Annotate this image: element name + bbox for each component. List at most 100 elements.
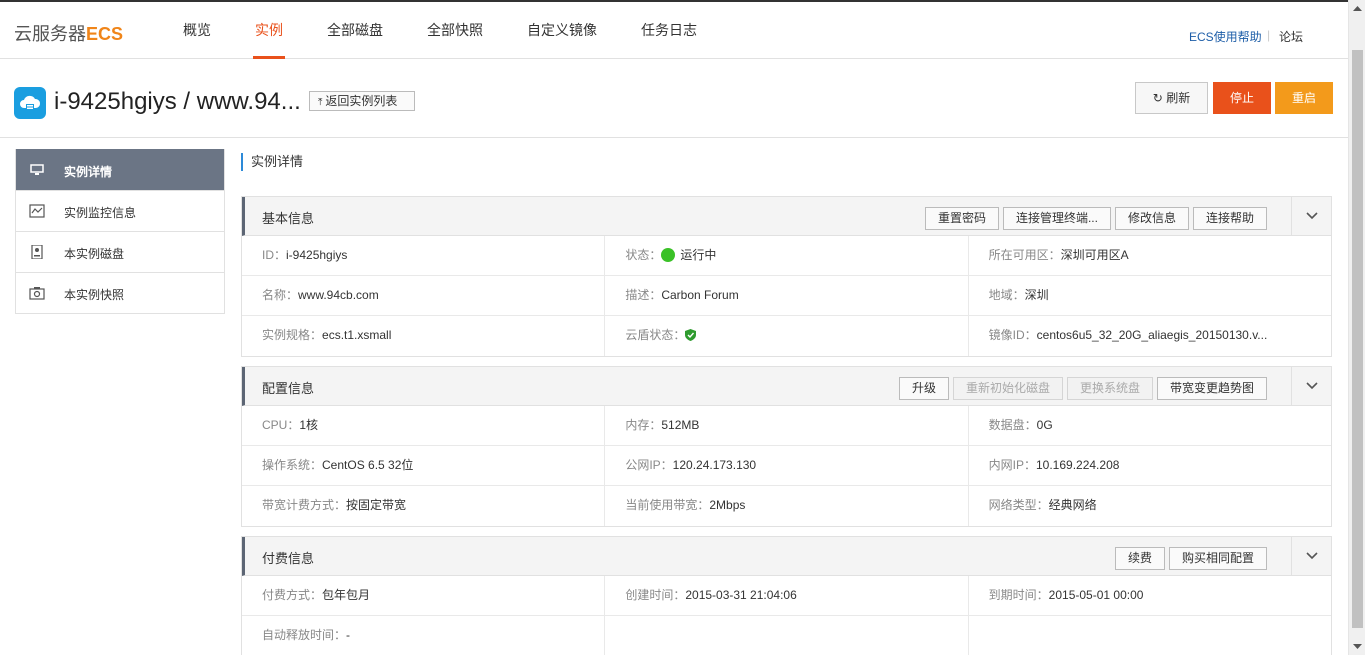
nav-instances[interactable]: 实例 — [255, 20, 283, 40]
refresh-label: 刷新 — [1166, 91, 1191, 105]
field-auto-release: 自动释放时间：- — [242, 616, 606, 655]
nav-task-log[interactable]: 任务日志 — [641, 20, 697, 40]
table-row: 付费方式：包年包月 创建时间：2015-03-31 21:04:06 到期时间：… — [242, 576, 1331, 616]
field-image-id: 镜像ID：centos6u5_32_20G_aliaegis_20150130.… — [988, 328, 1268, 342]
instance-titlebar: i-9425hgiys / www.94... ⤒ 返回实例列表 ↻ 刷新 停止 … — [0, 60, 1348, 138]
restart-button[interactable]: 重启 — [1275, 82, 1333, 114]
edit-info-button[interactable]: 修改信息 — [1114, 207, 1189, 230]
nav-separator: | — [1267, 28, 1271, 42]
buy-same-config-button[interactable]: 购买相同配置 — [1168, 547, 1267, 570]
table-row: 自动释放时间：- — [242, 616, 1331, 655]
collapse-toggle[interactable] — [1291, 367, 1331, 405]
panel-actions: 续费 购买相同配置 — [1114, 547, 1267, 570]
table-row: 名称：www.94cb.com 描述：Carbon Forum 地域：深圳 — [242, 276, 1331, 316]
field-zone: 所在可用区：深圳可用区A — [988, 248, 1129, 262]
collapse-toggle[interactable] — [1291, 197, 1331, 235]
section-heading: 实例详情 — [241, 153, 303, 171]
cloud-server-icon — [14, 87, 46, 119]
nav-custom-images[interactable]: 自定义镜像 — [527, 20, 597, 40]
forum-link[interactable]: 论坛 — [1279, 28, 1303, 45]
chart-icon — [29, 204, 45, 218]
chevron-down-icon — [1306, 212, 1318, 220]
nav-all-snapshots[interactable]: 全部快照 — [427, 20, 483, 40]
field-name: 名称：www.94cb.com — [242, 276, 606, 315]
sidebar: 实例详情 实例监控信息 本实例磁盘 本实例快照 — [15, 149, 225, 314]
panel-actions: 重置密码 连接管理终端... 修改信息 连接帮助 — [924, 207, 1267, 230]
billing-info-panel: 付费信息 续费 购买相同配置 付费方式：包年包月 创建时间：2015-03-31… — [241, 536, 1332, 655]
nav-all-disks[interactable]: 全部磁盘 — [327, 20, 383, 40]
field-bandwidth-billing: 带宽计费方式：按固定带宽 — [242, 486, 606, 526]
field-memory: 内存：512MB — [605, 406, 969, 445]
disk-icon — [31, 245, 43, 259]
sidebar-item-disks[interactable]: 本实例磁盘 — [16, 231, 224, 272]
monitor-icon — [30, 164, 44, 175]
scroll-thumb[interactable] — [1352, 50, 1363, 628]
field-empty — [969, 616, 1331, 655]
field-expire-time: 到期时间：2015-05-01 00:00 — [988, 588, 1144, 602]
panel-header: 基本信息 重置密码 连接管理终端... 修改信息 连接帮助 — [242, 197, 1331, 236]
field-description: 描述：Carbon Forum — [605, 276, 969, 315]
sidebar-item-monitoring[interactable]: 实例监控信息 — [16, 190, 224, 231]
chevron-down-icon — [1306, 382, 1318, 390]
back-to-list-button[interactable]: ⤒ 返回实例列表 — [309, 91, 415, 111]
status-running-icon — [661, 248, 676, 262]
field-public-ip: 公网IP：120.24.173.130 — [605, 446, 969, 485]
back-to-list-label: 返回实例列表 — [325, 94, 398, 108]
field-data-disk: 数据盘：0G — [988, 418, 1053, 432]
sidebar-item-snapshots[interactable]: 本实例快照 — [16, 272, 224, 313]
connect-help-button[interactable]: 连接帮助 — [1192, 207, 1267, 230]
upgrade-button[interactable]: 升级 — [898, 377, 949, 400]
shield-icon — [685, 329, 697, 341]
scroll-up-icon[interactable] — [1349, 0, 1365, 17]
stop-button[interactable]: 停止 — [1213, 82, 1271, 114]
field-spec: 实例规格：ecs.t1.xsmall — [242, 316, 606, 356]
sidebar-item-instance-details[interactable]: 实例详情 — [16, 149, 224, 190]
bandwidth-trend-button[interactable]: 带宽变更趋势图 — [1156, 377, 1267, 400]
ecs-help-link[interactable]: ECS使用帮助 — [1189, 28, 1262, 45]
field-empty — [605, 616, 969, 655]
brand-logo[interactable]: 云服务器ECS — [14, 20, 123, 46]
sidebar-item-label: 实例监控信息 — [64, 206, 137, 220]
reset-password-button[interactable]: 重置密码 — [924, 207, 999, 230]
sidebar-item-label: 本实例快照 — [64, 288, 125, 302]
arrow-up-icon: ⤒ — [318, 97, 323, 108]
field-os: 操作系统：CentOS 6.5 32位 — [242, 446, 606, 485]
panel-header: 配置信息 升级 重新初始化磁盘 更换系统盘 带宽变更趋势图 — [242, 367, 1331, 406]
chevron-down-icon — [1306, 552, 1318, 560]
scroll-down-icon[interactable] — [1349, 638, 1365, 655]
sidebar-item-label: 实例详情 — [64, 165, 113, 179]
panel-title: 付费信息 — [262, 551, 315, 566]
nav-active-underline — [253, 56, 285, 59]
table-row: ID：i-9425hgiys 状态： 运行中 所在可用区：深圳可用区A — [242, 236, 1331, 276]
field-cpu: CPU：1核 — [242, 406, 606, 445]
reinit-disk-button[interactable]: 重新初始化磁盘 — [952, 377, 1063, 400]
field-current-bandwidth: 当前使用带宽：2Mbps — [605, 486, 969, 526]
field-private-ip: 内网IP：10.169.224.208 — [988, 458, 1120, 472]
refresh-button[interactable]: ↻ 刷新 — [1135, 82, 1208, 114]
table-row: CPU：1核 内存：512MB 数据盘：0G — [242, 406, 1331, 446]
table-row: 带宽计费方式：按固定带宽 当前使用带宽：2Mbps 网络类型：经典网络 — [242, 486, 1331, 526]
field-shield-status: 云盾状态： — [605, 316, 969, 356]
nav-overview[interactable]: 概览 — [183, 20, 211, 40]
table-row: 实例规格：ecs.t1.xsmall 云盾状态： 镜像ID：centos6u5_… — [242, 316, 1331, 356]
camera-icon — [29, 287, 45, 300]
collapse-toggle[interactable] — [1291, 537, 1331, 575]
connect-terminal-button[interactable]: 连接管理终端... — [1002, 207, 1111, 230]
panel-header: 付费信息 续费 购买相同配置 — [242, 537, 1331, 576]
field-region: 地域：深圳 — [988, 288, 1049, 302]
panel-title: 配置信息 — [262, 381, 315, 396]
top-navbar: 云服务器ECS 概览 实例 全部磁盘 全部快照 自定义镜像 任务日志 ECS使用… — [0, 0, 1348, 59]
field-created-time: 创建时间：2015-03-31 21:04:06 — [605, 576, 969, 615]
sidebar-item-label: 本实例磁盘 — [64, 247, 125, 261]
page-scrollbar[interactable] — [1348, 0, 1365, 655]
refresh-icon: ↻ — [1152, 91, 1163, 105]
renew-button[interactable]: 续费 — [1114, 547, 1165, 570]
brand-suffix: ECS — [86, 24, 124, 44]
table-row: 操作系统：CentOS 6.5 32位 公网IP：120.24.173.130 … — [242, 446, 1331, 486]
replace-system-disk-button[interactable]: 更换系统盘 — [1066, 377, 1153, 400]
field-network-type: 网络类型：经典网络 — [988, 498, 1097, 512]
field-status: 状态： 运行中 — [605, 236, 969, 275]
field-id: ID：i-9425hgiys — [242, 236, 606, 275]
config-info-panel: 配置信息 升级 重新初始化磁盘 更换系统盘 带宽变更趋势图 CPU：1核 内存：… — [241, 366, 1332, 527]
page-title: i-9425hgiys / www.94... — [54, 88, 301, 115]
